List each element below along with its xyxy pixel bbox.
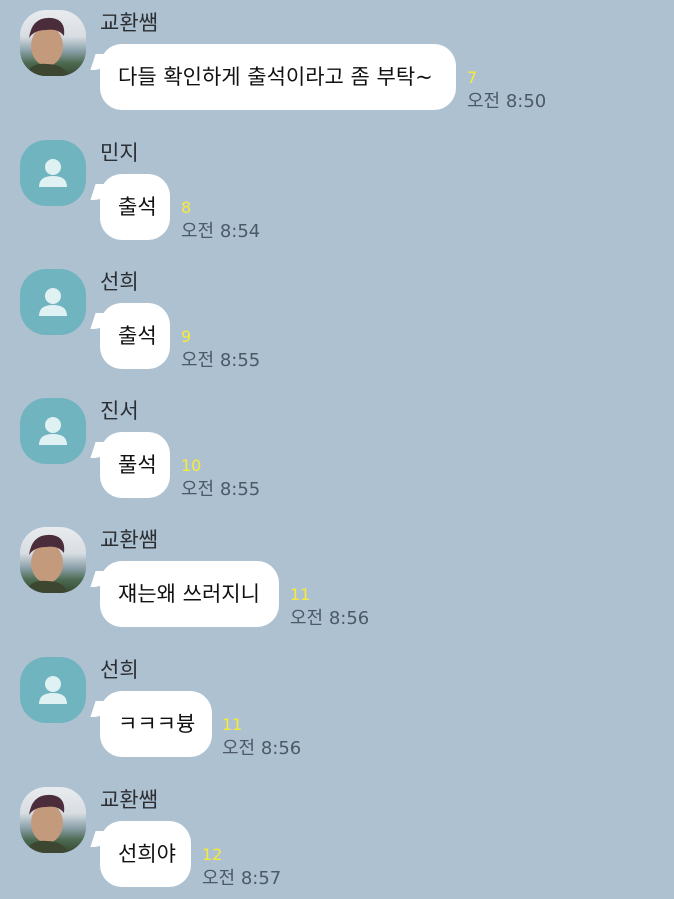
message-time: 오전 8:56	[222, 738, 302, 759]
sender-name: 교환쌤	[100, 788, 158, 812]
message-bubble[interactable]: 출석	[100, 174, 170, 240]
teacher-photo-avatar	[26, 794, 68, 853]
avatar[interactable]	[20, 527, 86, 593]
unread-count: 11	[222, 715, 243, 734]
message-time: 오전 8:55	[181, 479, 261, 500]
message-bubble[interactable]: 선희야	[100, 821, 191, 887]
sender-name: 선희	[100, 658, 139, 682]
unread-count: 10	[181, 456, 202, 475]
avatar[interactable]	[20, 398, 86, 464]
avatar[interactable]	[20, 657, 86, 723]
sender-name: 진서	[100, 399, 139, 423]
message-time: 오전 8:55	[181, 350, 261, 371]
avatar[interactable]	[20, 10, 86, 76]
message-bubble[interactable]: 풀석	[100, 432, 170, 498]
teacher-photo-avatar	[26, 534, 68, 593]
avatar[interactable]	[20, 140, 86, 206]
sender-name: 선희	[100, 270, 139, 294]
person-icon	[39, 417, 67, 445]
chat-room[interactable]: 교환쌤 다들 확인하게 출석이라고 좀 부탁~ 7 오전 8:50 민지 출석 …	[0, 0, 674, 899]
message-bubble[interactable]: 다들 확인하게 출석이라고 좀 부탁~	[100, 44, 456, 110]
unread-count: 9	[181, 327, 192, 346]
unread-count: 12	[202, 845, 223, 864]
avatar[interactable]	[20, 787, 86, 853]
avatar[interactable]	[20, 269, 86, 335]
message-time: 오전 8:57	[202, 868, 282, 889]
unread-count: 8	[181, 198, 192, 217]
message-bubble[interactable]: 쟤는왜 쓰러지니	[100, 561, 279, 627]
person-icon	[39, 159, 67, 187]
unread-count: 7	[467, 68, 478, 87]
message-time: 오전 8:56	[290, 608, 370, 629]
person-icon	[39, 288, 67, 316]
message-bubble[interactable]: ㅋㅋㅋ븅	[100, 691, 212, 757]
unread-count: 11	[290, 585, 311, 604]
sender-name: 교환쌤	[100, 528, 158, 552]
message-time: 오전 8:50	[467, 91, 547, 112]
message-bubble[interactable]: 출석	[100, 303, 170, 369]
message-time: 오전 8:54	[181, 221, 261, 242]
sender-name: 교환쌤	[100, 11, 158, 35]
person-icon	[39, 676, 67, 704]
sender-name: 민지	[100, 141, 139, 165]
teacher-photo-avatar	[26, 17, 68, 76]
